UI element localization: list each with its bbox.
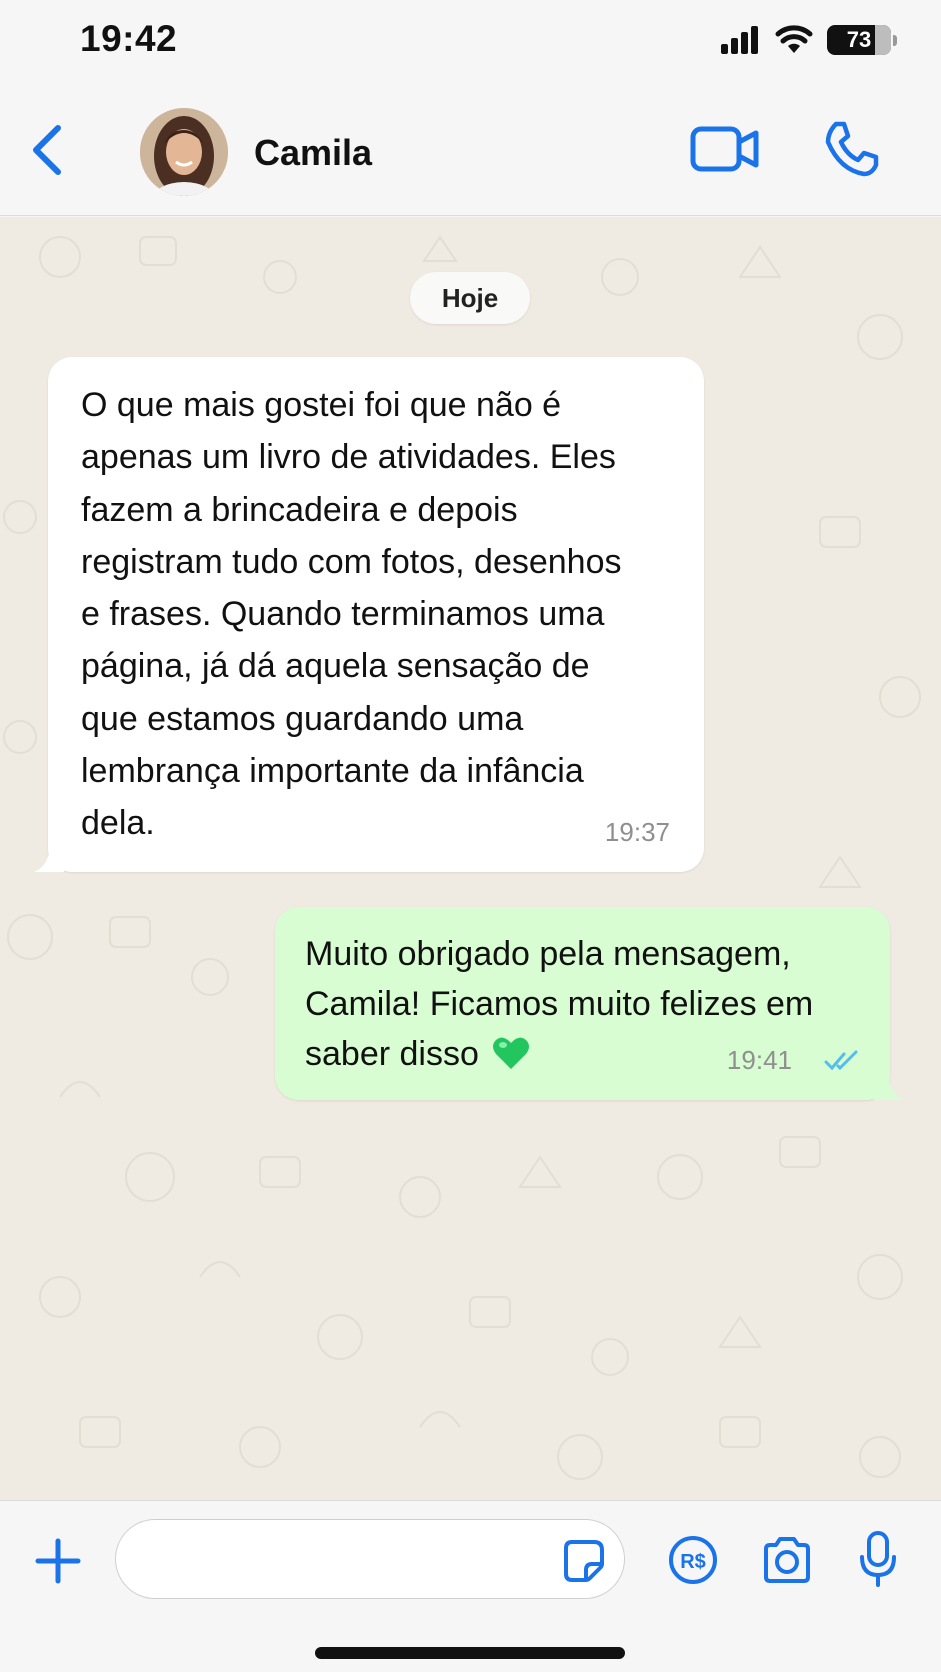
- contact-name[interactable]: Camila: [254, 132, 372, 174]
- avatar[interactable]: [140, 108, 228, 196]
- read-double-check-icon: [824, 1050, 858, 1071]
- microphone-icon[interactable]: [858, 1531, 898, 1589]
- outgoing-message-time: 19:41: [726, 1045, 792, 1075]
- input-bar: R$: [0, 1500, 941, 1672]
- status-bar: 19:42 73: [0, 0, 941, 80]
- bubble-tail: [34, 848, 64, 872]
- green-heart-icon: [493, 1037, 530, 1069]
- status-time: 19:42: [80, 18, 178, 59]
- plus-icon[interactable]: [34, 1537, 82, 1585]
- bubble-tail: [874, 1076, 904, 1100]
- outgoing-message-bubble[interactable]: Muito obrigado pela mensagem, Camila! Fi…: [275, 907, 904, 1100]
- wifi-icon: [775, 25, 813, 53]
- incoming-message-bubble[interactable]: O que mais gostei foi que não é apenas u…: [34, 357, 704, 872]
- battery-icon: 73: [827, 25, 897, 55]
- back-chevron-icon[interactable]: [28, 122, 68, 178]
- video-call-icon[interactable]: [690, 124, 760, 176]
- chat-header: Camila: [0, 80, 941, 216]
- pix-payment-icon[interactable]: R$: [668, 1535, 718, 1585]
- sticker-icon[interactable]: [560, 1538, 606, 1584]
- status-icons: 73: [721, 22, 897, 58]
- pay-label: R$: [680, 1551, 706, 1573]
- outgoing-message-line-text: saber disso: [305, 1035, 479, 1073]
- message-input[interactable]: [115, 1519, 625, 1599]
- camera-icon[interactable]: [760, 1535, 814, 1585]
- phone-icon[interactable]: [822, 120, 880, 178]
- date-chip: Hoje: [410, 272, 530, 324]
- battery-level: 73: [846, 27, 872, 52]
- chat-area[interactable]: Hoje O que mais gostei foi que não é ape…: [0, 217, 941, 1500]
- incoming-message-time: 19:37: [604, 817, 670, 847]
- home-indicator[interactable]: [315, 1647, 625, 1659]
- outgoing-message-line: Muito obrigado pela mensagem,: [305, 935, 791, 973]
- outgoing-message-line: Camila! Ficamos muito felizes em: [305, 985, 814, 1023]
- signal-icon: [721, 26, 758, 54]
- incoming-message-text: O que mais gostei foi que não é apenas u…: [81, 386, 622, 843]
